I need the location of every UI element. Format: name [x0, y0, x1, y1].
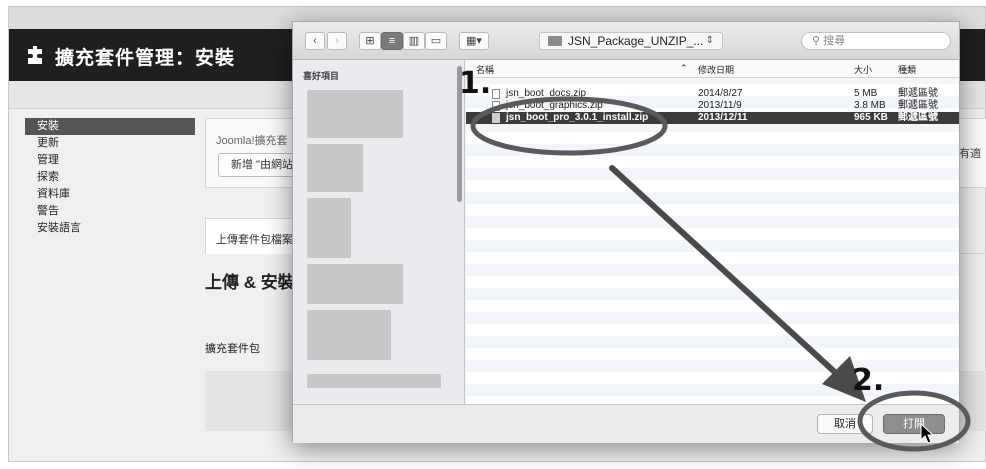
file-list: 名稱 ⌃ 修改日期 大小 種類 jsn_boot_docs.zip 2014/8…: [466, 60, 959, 404]
upload-section-title: 上傳 & 安裝: [205, 273, 295, 292]
chevron-updown-icon: ⇕: [705, 35, 714, 46]
puzzle-icon: [28, 46, 42, 64]
zip-file-icon: [492, 101, 500, 111]
sidebar-item-manage[interactable]: 管理: [25, 152, 195, 169]
search-placeholder: 搜尋: [823, 35, 846, 47]
blurred-sidebar-item[interactable]: [307, 264, 403, 304]
column-header: 名稱 ⌃ 修改日期 大小 種類: [466, 60, 959, 78]
search-input[interactable]: ⚲ 搜尋: [801, 32, 951, 50]
blurred-sidebar-item[interactable]: [307, 198, 351, 258]
blurred-sidebar-item[interactable]: [307, 90, 403, 138]
file-name: jsn_boot_docs.zip: [506, 88, 587, 99]
blurred-sidebar-item[interactable]: [307, 310, 391, 360]
chevron-right-icon: ›: [335, 35, 339, 47]
column-size[interactable]: 大小: [854, 63, 872, 76]
back-button[interactable]: ‹: [305, 32, 325, 50]
column-kind[interactable]: 種類: [898, 63, 916, 76]
sidebar-item-update[interactable]: 更新: [25, 135, 195, 152]
icon-view-button[interactable]: ⊞: [359, 32, 381, 50]
list-icon: ≡: [388, 35, 396, 47]
favorites-label: 喜好項目: [303, 71, 340, 81]
file-date: 2013/12/11: [698, 112, 748, 123]
coverflow-icon: ▭: [430, 35, 442, 47]
forward-button[interactable]: ›: [327, 32, 347, 50]
file-size: 3.8 MB: [854, 100, 886, 111]
cancel-button[interactable]: 取消: [817, 414, 873, 434]
blurred-sidebar-item[interactable]: [307, 374, 441, 388]
chevron-left-icon: ‹: [313, 35, 317, 47]
coverflow-view-button[interactable]: ▭: [425, 32, 447, 50]
zip-file-icon: [492, 113, 500, 123]
grid-icon: ⊞: [365, 35, 375, 47]
file-date: 2014/8/27: [698, 88, 743, 99]
sidebar-item-install[interactable]: 安裝: [25, 118, 195, 135]
arrange-button[interactable]: ▦▾: [459, 32, 489, 50]
sidebar-item-discover[interactable]: 探索: [25, 169, 195, 186]
file-size: 5 MB: [854, 88, 878, 99]
arrange-grid-icon: ▦▾: [466, 35, 482, 47]
columns-icon: ▥: [408, 35, 420, 47]
favorites-sidebar: 喜好項目: [293, 60, 465, 404]
blurred-sidebar-item[interactable]: [307, 144, 363, 192]
file-kind: 郵遞區號: [898, 100, 938, 111]
column-date[interactable]: 修改日期: [698, 63, 734, 76]
file-name: jsn_boot_graphics.zip: [506, 100, 603, 111]
file-kind: 郵遞區號: [898, 88, 938, 99]
file-row[interactable]: jsn_boot_docs.zip 2014/8/27 5 MB 郵遞區號: [466, 88, 959, 100]
folder-path-popup[interactable]: JSN_Package_UNZIP_... ⇕: [539, 32, 723, 50]
folder-icon: [548, 36, 562, 46]
file-date: 2013/11/9: [698, 100, 742, 111]
step-1-label: 1.: [459, 66, 492, 101]
folder-name: JSN_Package_UNZIP_...: [568, 34, 704, 48]
file-row-selected[interactable]: jsn_boot_pro_3.0.1_install.zip 2013/12/1…: [466, 112, 959, 124]
sidebar-item-install-languages[interactable]: 安裝語言: [25, 220, 195, 237]
sort-ascending-icon: ⌃: [680, 63, 688, 73]
package-file-label: 擴充套件包: [205, 343, 260, 355]
column-view-button[interactable]: ▥: [403, 32, 425, 50]
sidebar-item-database[interactable]: 資料庫: [25, 186, 195, 203]
zip-file-icon: [492, 89, 500, 99]
info-message-text: Joomla!擴充套: [216, 135, 288, 147]
file-kind: 郵遞區號: [898, 112, 938, 123]
open-button[interactable]: 打開: [883, 414, 945, 434]
file-row[interactable]: jsn_boot_graphics.zip 2013/11/9 3.8 MB 郵…: [466, 100, 959, 112]
file-name: jsn_boot_pro_3.0.1_install.zip: [506, 112, 649, 123]
sidebar-item-warnings[interactable]: 警告: [25, 203, 195, 220]
dialog-toolbar: ‹ › ⊞ ≡ ▥ ▭ ▦▾ JSN_Package_UNZIP_... ⇕ ⚲…: [293, 22, 959, 60]
step-2-label: 2.: [852, 363, 885, 398]
dialog-button-bar: 取消 打開: [293, 404, 959, 443]
list-view-button[interactable]: ≡: [381, 32, 403, 50]
sidebar-menu: 安裝 更新 管理 探索 資料庫 警告 安裝語言: [25, 118, 195, 237]
page-title: 擴充套件管理：安裝: [55, 48, 236, 69]
search-icon: ⚲: [812, 35, 821, 47]
file-size: 965 KB: [854, 112, 888, 123]
